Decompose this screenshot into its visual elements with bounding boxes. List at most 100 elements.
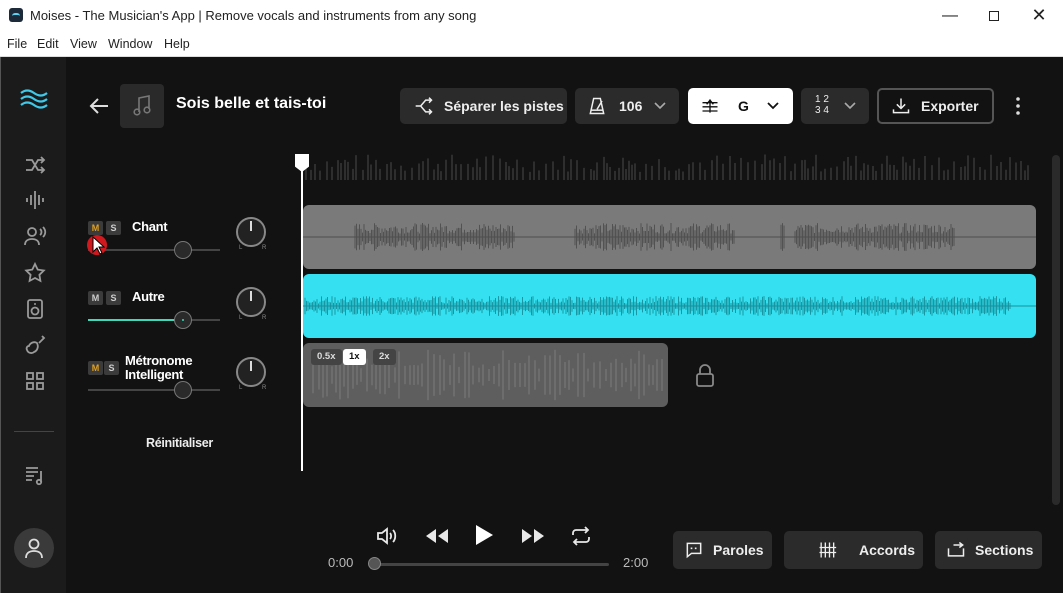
solo-button[interactable]: S (106, 221, 121, 235)
song-title: Sois belle et tais-toi (176, 95, 327, 112)
sidebar-divider (14, 431, 54, 432)
mute-button[interactable]: M (88, 361, 103, 375)
apps-grid-icon[interactable] (23, 369, 47, 393)
volume-slider[interactable] (88, 319, 220, 321)
pan-right-label: R (262, 315, 267, 321)
menu-help[interactable]: Help (164, 37, 190, 51)
menu-edit[interactable]: Edit (37, 37, 59, 51)
solo-button[interactable]: S (106, 291, 121, 305)
current-time: 0:00 (328, 555, 354, 570)
main-area: Sois belle et tais-toi Séparer les piste… (66, 57, 1063, 593)
track-controls-chant: M S Chant L R (88, 217, 268, 281)
waveform-lane-chant[interactable] (303, 205, 1036, 269)
separate-icon[interactable] (23, 153, 47, 177)
scrollbar[interactable] (1052, 155, 1060, 505)
chevron-down-icon (767, 102, 779, 110)
track-name: Autre (132, 289, 165, 304)
speed-2x-button[interactable]: 2x (373, 349, 396, 365)
solo-button[interactable]: S (104, 361, 119, 375)
close-icon[interactable]: ✕ (1016, 0, 1062, 31)
volume-slider[interactable] (88, 249, 220, 251)
guitar-icon[interactable] (23, 333, 47, 357)
fast-forward-icon[interactable] (520, 526, 546, 546)
back-arrow-icon[interactable] (88, 95, 110, 117)
playback-progress-thumb[interactable] (368, 557, 381, 570)
download-icon (892, 98, 910, 114)
bpm-dropdown[interactable]: 106 (575, 88, 679, 124)
song-thumbnail (120, 84, 164, 128)
key-transpose-icon (702, 99, 718, 113)
track-controls-metronome: M S Métronome Intelligent L R (88, 354, 268, 421)
avatar[interactable] (14, 528, 54, 568)
pan-knob[interactable] (236, 217, 266, 247)
pan-left-label: L (239, 315, 243, 321)
chords-label: Accords (859, 542, 916, 558)
volume-slider-thumb[interactable] (174, 381, 192, 399)
mute-button[interactable]: M (88, 291, 103, 305)
menu-file[interactable]: File (7, 37, 27, 51)
minimize-icon[interactable]: — (927, 0, 973, 31)
playback-progress-bar[interactable] (372, 563, 609, 566)
reset-button[interactable]: Réinitialiser (146, 436, 213, 450)
export-label: Exporter (921, 98, 979, 114)
volume-slider[interactable] (88, 389, 220, 391)
title-bar: Moises - The Musician's App | Remove voc… (0, 0, 1063, 31)
pan-knob[interactable] (236, 287, 266, 317)
mouse-cursor (87, 233, 107, 259)
menu-bar: File Edit View Window Help (0, 31, 1063, 57)
speed-0.5x-button[interactable]: 0.5x (311, 349, 342, 365)
menu-window[interactable]: Window (108, 37, 152, 51)
pan-right-label: R (262, 245, 267, 251)
total-time: 2:00 (623, 555, 649, 570)
key-dropdown[interactable]: G (688, 88, 793, 124)
menu-view[interactable]: View (70, 37, 97, 51)
volume-icon[interactable] (375, 525, 399, 547)
lyrics-icon (686, 542, 702, 559)
waveform-lane-metronome[interactable]: 0.5x 1x 2x (303, 343, 668, 407)
time-signature-dropdown[interactable]: 1 2 3 4 (801, 88, 869, 124)
playlist-icon[interactable] (23, 463, 47, 487)
export-button[interactable]: Exporter (877, 88, 994, 124)
speaker-icon[interactable] (23, 297, 47, 321)
chevron-down-icon (844, 102, 856, 110)
speed-1x-button[interactable]: 1x (343, 349, 366, 365)
star-icon[interactable] (23, 261, 47, 285)
maximize-icon[interactable] (971, 0, 1017, 31)
pan-knob[interactable] (236, 357, 266, 387)
moises-app-icon (9, 8, 23, 22)
timeline-ruler[interactable] (302, 154, 1035, 184)
moises-logo-icon[interactable] (19, 87, 49, 109)
time-signature-bottom: 3 4 (815, 105, 829, 116)
separate-tracks-button[interactable]: Séparer les pistes (400, 88, 567, 124)
sections-label: Sections (975, 542, 1034, 558)
loop-icon[interactable] (569, 525, 593, 547)
time-signature-top: 1 2 (815, 94, 829, 105)
key-value: G (738, 98, 749, 114)
user-icon (25, 538, 43, 559)
chords-button[interactable]: Accords (784, 531, 923, 569)
pan-left-label: L (239, 245, 243, 251)
sections-icon (947, 541, 965, 557)
playhead[interactable] (301, 157, 303, 471)
music-note-icon (133, 95, 151, 116)
chords-icon (819, 542, 837, 558)
lyrics-button[interactable]: Paroles (673, 531, 772, 569)
chevron-down-icon (654, 102, 666, 110)
pan-left-label: L (239, 385, 243, 391)
waveform-icon[interactable] (23, 188, 47, 212)
bpm-value: 106 (619, 98, 643, 114)
volume-slider-thumb[interactable] (174, 311, 192, 329)
voice-icon[interactable] (23, 224, 47, 248)
pan-right-label: R (262, 385, 267, 391)
track-name: Métronome Intelligent (125, 353, 193, 382)
sections-button[interactable]: Sections (935, 531, 1042, 569)
rewind-icon[interactable] (424, 526, 450, 546)
metronome-icon (589, 97, 605, 115)
split-icon (415, 97, 433, 115)
volume-slider-thumb[interactable] (174, 241, 192, 259)
play-icon[interactable] (473, 523, 495, 547)
lock-icon[interactable] (694, 363, 716, 389)
more-options-icon[interactable] (1014, 95, 1022, 117)
waveform-lane-autre[interactable] (303, 274, 1036, 338)
app-window: Moises - The Musician's App | Remove voc… (0, 0, 1063, 593)
